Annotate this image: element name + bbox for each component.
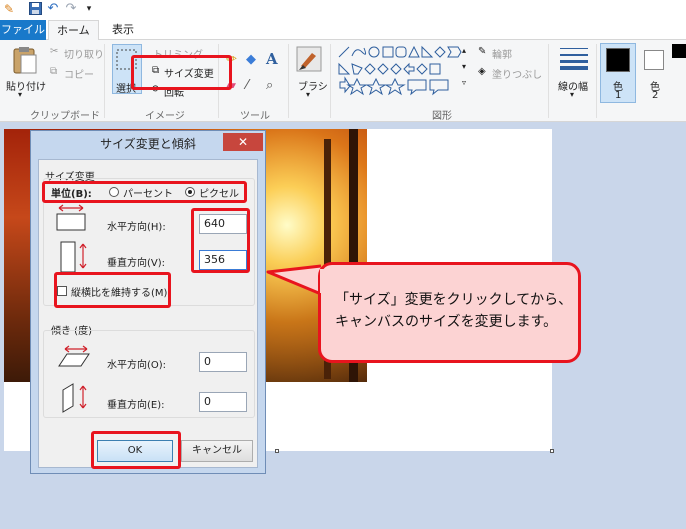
- paste-icon[interactable]: [12, 46, 38, 77]
- image-group-label: イメージ: [145, 111, 185, 122]
- color-picker-icon[interactable]: ⁄: [246, 78, 248, 93]
- cancel-button[interactable]: キャンセル: [181, 440, 253, 462]
- horizontal-label: 水平方向(H):: [107, 222, 166, 233]
- highlight-keep-aspect: [54, 272, 171, 308]
- paste-button[interactable]: 貼り付け: [6, 78, 46, 93]
- brush-dropdown-icon[interactable]: ▾: [306, 90, 310, 99]
- tab-file[interactable]: ファイル: [0, 20, 46, 40]
- callout-line-2: キャンバスのサイズを変更します。: [335, 314, 558, 330]
- color2-swatch[interactable]: [644, 50, 664, 70]
- horizontal-skew-icon: [58, 345, 90, 367]
- fill-bucket-icon[interactable]: ◆: [246, 52, 256, 67]
- tab-home[interactable]: ホーム: [48, 20, 99, 41]
- group-divider: [596, 44, 597, 118]
- brush-button[interactable]: ブラシ: [298, 78, 328, 93]
- customize-quick-access-icon[interactable]: ▾: [82, 2, 96, 16]
- paint-app-icon[interactable]: ✎: [2, 2, 16, 16]
- skew-vertical-label: 垂直方向(E):: [107, 400, 165, 411]
- close-button[interactable]: ✕: [223, 133, 263, 151]
- clipboard-group-label: クリップボード: [30, 111, 100, 122]
- shapes-scroll-down-icon[interactable]: ▾: [462, 62, 466, 71]
- vertical-resize-icon: [60, 241, 87, 273]
- brush-icon[interactable]: [296, 46, 322, 75]
- shapes-scroll-up-icon[interactable]: ▴: [462, 46, 466, 55]
- line-width-dropdown-icon[interactable]: ▾: [570, 90, 574, 99]
- save-icon[interactable]: [28, 2, 42, 16]
- redo-icon[interactable]: ↷: [64, 2, 78, 16]
- callout-line-1: 「サイズ」変更をクリックしてから、: [335, 292, 573, 308]
- tab-view[interactable]: 表示: [104, 20, 142, 41]
- group-divider: [104, 44, 105, 118]
- canvas-resize-handle-corner[interactable]: [550, 449, 554, 453]
- skew-vertical-input[interactable]: 0: [199, 392, 247, 412]
- magnifier-icon[interactable]: ⌕: [266, 78, 273, 93]
- shapes-more-icon[interactable]: ▿: [462, 78, 466, 87]
- callout-pointer: [266, 264, 322, 296]
- outline-button[interactable]: 輪郭: [492, 46, 512, 61]
- text-tool-icon[interactable]: A: [266, 50, 278, 68]
- highlight-resize-button: [131, 55, 232, 90]
- vertical-skew-icon: [62, 383, 87, 413]
- ribbon-tab-bar: ファイル ホーム 表示: [0, 20, 686, 41]
- shapes-group-label: 図形: [432, 111, 452, 122]
- callout-balloon: 「サイズ」変更をクリックしてから、 キャンバスのサイズを変更します。: [318, 262, 581, 363]
- skew-horizontal-label: 水平方向(O):: [107, 360, 167, 371]
- highlight-unit-row: [42, 181, 247, 203]
- fill-icon: ◈: [478, 66, 486, 77]
- color1-number: 1: [615, 90, 622, 101]
- fill-button[interactable]: 塗りつぶし: [492, 66, 542, 81]
- skew-horizontal-input[interactable]: 0: [199, 352, 247, 372]
- highlight-ok-button: [91, 431, 181, 469]
- palette-color-swatch[interactable]: [672, 44, 686, 58]
- shape-gallery[interactable]: [338, 45, 462, 96]
- paste-dropdown-icon[interactable]: ▾: [18, 90, 22, 99]
- cut-icon[interactable]: ✂: [50, 46, 58, 57]
- canvas-resize-handle-bottom[interactable]: [275, 449, 279, 453]
- cut-button[interactable]: 切り取り: [64, 46, 104, 61]
- outline-icon: ✎: [478, 46, 487, 57]
- undo-icon[interactable]: ↶: [46, 2, 60, 16]
- color1-swatch: [606, 48, 630, 72]
- tools-group-label: ツール: [240, 111, 270, 122]
- dialog-body: サイズ変更 単位(B): パーセント ピクセル 水平方向(H): 640 垂直方…: [38, 159, 258, 468]
- copy-icon[interactable]: ⧉: [50, 66, 57, 77]
- color2-number: 2: [652, 90, 659, 101]
- group-divider: [548, 44, 549, 118]
- group-divider: [288, 44, 289, 118]
- copy-button[interactable]: コピー: [64, 66, 94, 81]
- horizontal-resize-icon: [56, 204, 86, 231]
- callout-seam: [320, 269, 326, 293]
- ribbon: 貼り付け ▾ ✂ 切り取り ⧉ コピー クリップボード 選択 トリミング ⧉ サ…: [0, 40, 686, 122]
- line-width-icon[interactable]: [560, 46, 588, 70]
- highlight-size-inputs: [191, 208, 250, 273]
- title-bar: ✎ ↶ ↷ ▾: [0, 0, 686, 20]
- vertical-label: 垂直方向(V):: [107, 258, 166, 269]
- group-divider: [330, 44, 331, 118]
